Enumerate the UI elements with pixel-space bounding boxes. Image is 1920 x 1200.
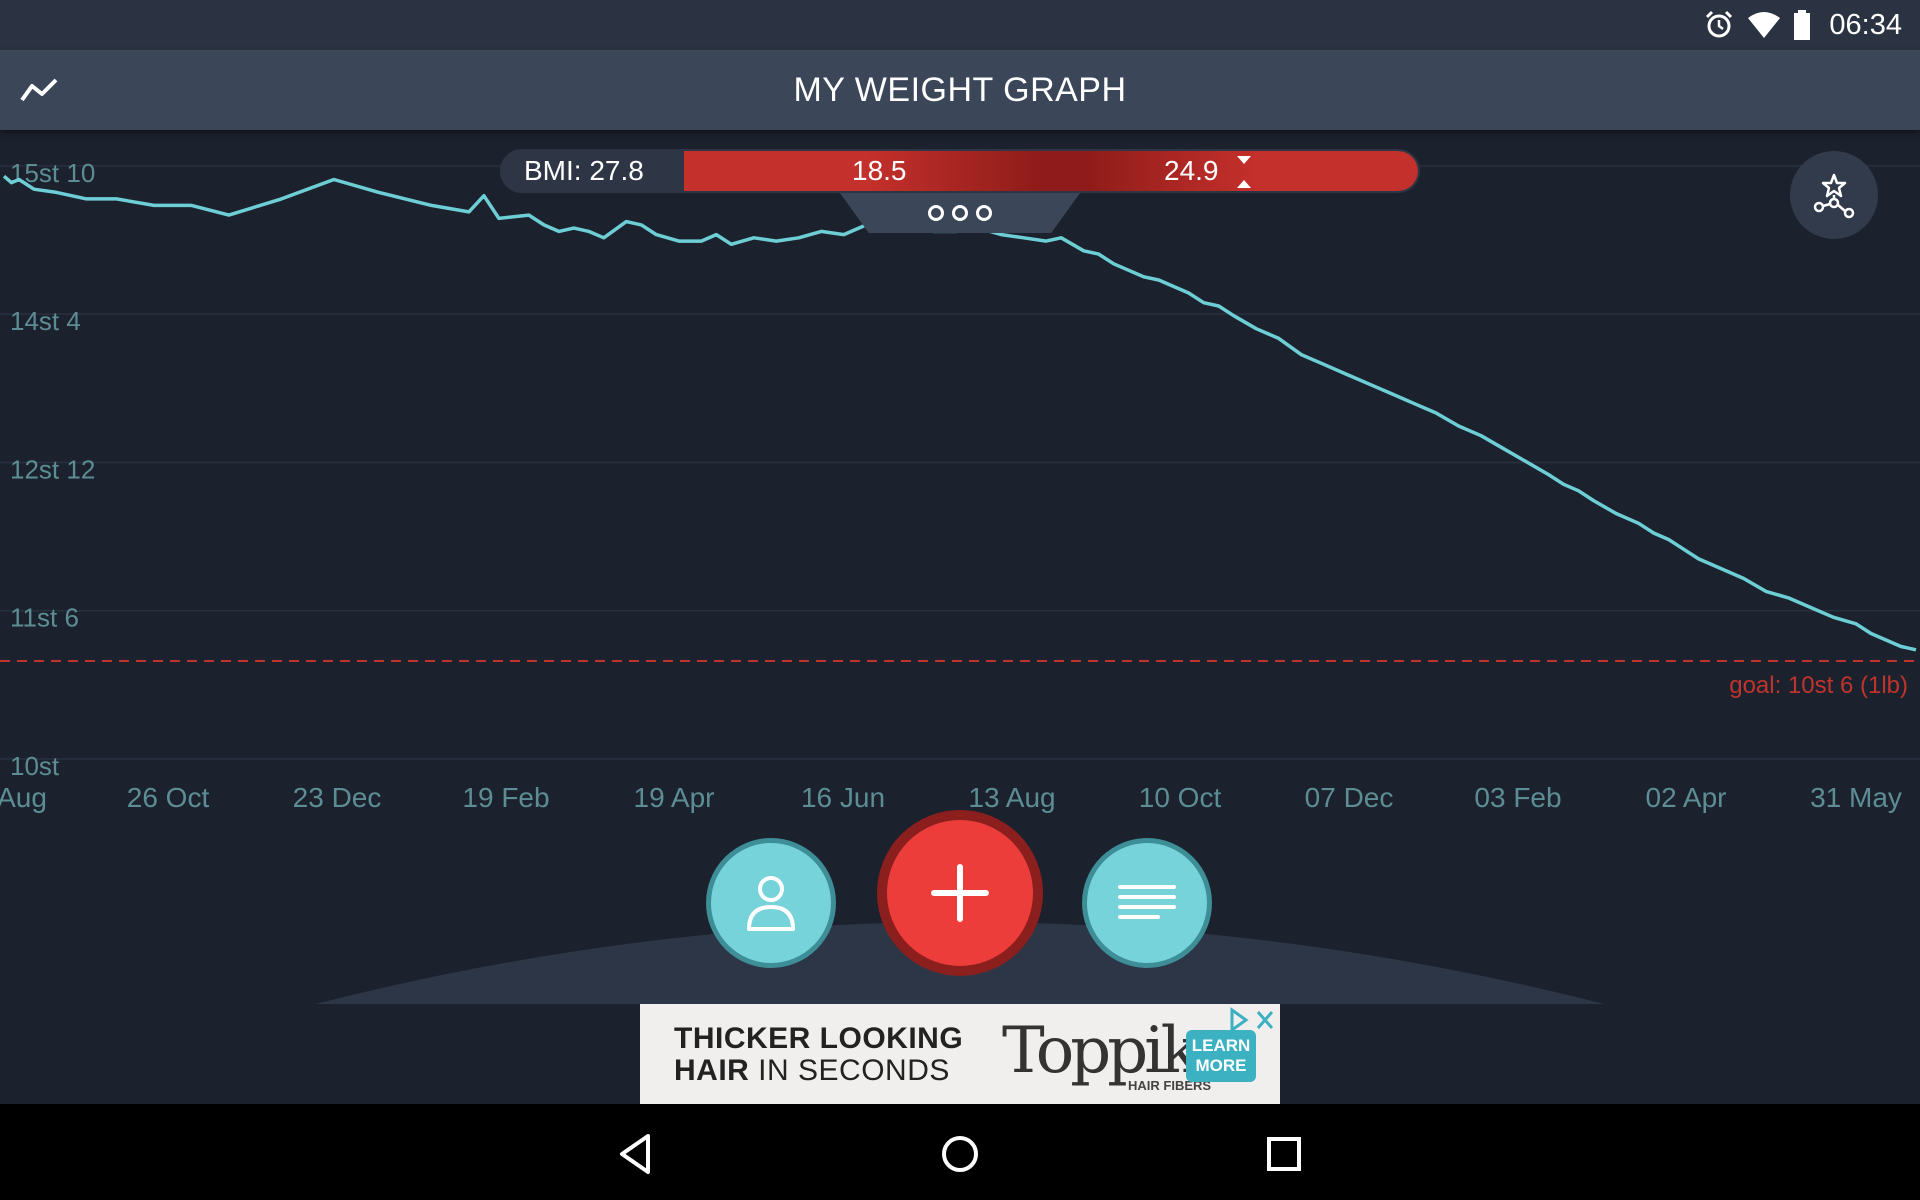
y-tick-label: 14st 4 bbox=[10, 306, 81, 336]
x-tick-label: 16 Jun bbox=[801, 782, 885, 813]
app-bar: MY WEIGHT GRAPH bbox=[0, 50, 1920, 130]
x-tick-label: Aug bbox=[0, 782, 47, 813]
back-icon[interactable] bbox=[608, 1126, 664, 1182]
ad-headline-bold: HAIR bbox=[674, 1054, 750, 1087]
page-title: MY WEIGHT GRAPH bbox=[793, 71, 1127, 109]
more-dot-icon bbox=[952, 205, 968, 221]
grid-lines bbox=[0, 165, 1920, 760]
x-axis-labels: Aug 26 Oct 23 Dec 19 Feb 19 Apr 16 Jun 13 Aug 1… bbox=[0, 782, 1902, 813]
ad-choices-close-icon[interactable] bbox=[1226, 1006, 1276, 1034]
goal-label: goal: 10st 6 (1lb) bbox=[1729, 672, 1908, 699]
status-bar: 06:34 bbox=[0, 0, 1920, 50]
x-tick-label: 03 Feb bbox=[1474, 782, 1561, 813]
bmi-marker-icon bbox=[1237, 156, 1251, 188]
list-icon bbox=[1118, 885, 1176, 919]
bmi-bar[interactable]: BMI: 27.8 18.5 24.9 bbox=[500, 149, 1420, 193]
x-tick-label: 10 Oct bbox=[1139, 782, 1222, 813]
battery-icon bbox=[1794, 10, 1811, 40]
profile-icon bbox=[747, 876, 795, 931]
log-list-button[interactable] bbox=[1082, 838, 1212, 968]
x-tick-label: 02 Apr bbox=[1646, 782, 1727, 813]
ad-cta-line2: MORE bbox=[1195, 1056, 1247, 1075]
y-tick-label: 12st 12 bbox=[10, 454, 95, 484]
wifi-icon bbox=[1748, 12, 1781, 38]
y-tick-label: 11st 6 bbox=[10, 603, 79, 633]
x-tick-label: 23 Dec bbox=[293, 782, 382, 813]
status-icons: 06:34 bbox=[1703, 8, 1902, 42]
ad-learn-more-button[interactable]: LEARN MORE bbox=[1186, 1030, 1256, 1082]
bmi-scale: 18.5 24.9 bbox=[684, 151, 1418, 191]
add-weight-button[interactable] bbox=[877, 810, 1043, 976]
system-nav-bar bbox=[0, 1104, 1920, 1200]
ad-cta-line1: LEARN bbox=[1191, 1036, 1251, 1055]
weight-series-line bbox=[2, 174, 1917, 652]
x-tick-label: 26 Oct bbox=[127, 782, 210, 813]
bmi-value: BMI: 27.8 bbox=[524, 155, 644, 186]
home-icon[interactable] bbox=[932, 1126, 988, 1182]
status-time: 06:34 bbox=[1829, 8, 1902, 41]
y-tick-label: 10st bbox=[10, 751, 60, 781]
more-dot-icon bbox=[976, 205, 992, 221]
x-tick-label: 19 Feb bbox=[462, 782, 549, 813]
ad-headline-line2: HAIR IN SECONDS bbox=[674, 1054, 950, 1088]
weight-chart[interactable]: 15st 1014st 412st 1211st 610st Aug 26 Oct… bbox=[0, 130, 1920, 840]
y-axis-labels: 15st 1014st 412st 1211st 610st bbox=[10, 158, 95, 781]
star-network-icon bbox=[1813, 173, 1855, 219]
plus-icon bbox=[931, 864, 989, 922]
recents-icon[interactable] bbox=[1256, 1126, 1312, 1182]
alarm-icon bbox=[1706, 10, 1733, 38]
ad-banner[interactable]: THICKER LOOKING HAIR IN SECONDS Toppik H… bbox=[640, 1004, 1280, 1104]
x-tick-label: 07 Dec bbox=[1305, 782, 1394, 813]
profile-button[interactable] bbox=[706, 838, 836, 968]
bmi-low-threshold: 18.5 bbox=[852, 155, 907, 186]
ad-headline-line1: THICKER LOOKING bbox=[674, 1022, 964, 1055]
ad-headline-rest: IN SECONDS bbox=[749, 1054, 950, 1087]
bmi-high-threshold: 24.9 bbox=[1164, 155, 1219, 186]
share-button[interactable] bbox=[1790, 151, 1878, 239]
x-tick-label: 19 Apr bbox=[634, 782, 715, 813]
ad-brand-logo: Toppik bbox=[1002, 1014, 1199, 1088]
more-dot-icon bbox=[928, 205, 944, 221]
x-tick-label: 31 May bbox=[1810, 782, 1902, 813]
more-options-button[interactable] bbox=[840, 193, 1080, 233]
x-tick-label: 13 Aug bbox=[968, 782, 1055, 813]
